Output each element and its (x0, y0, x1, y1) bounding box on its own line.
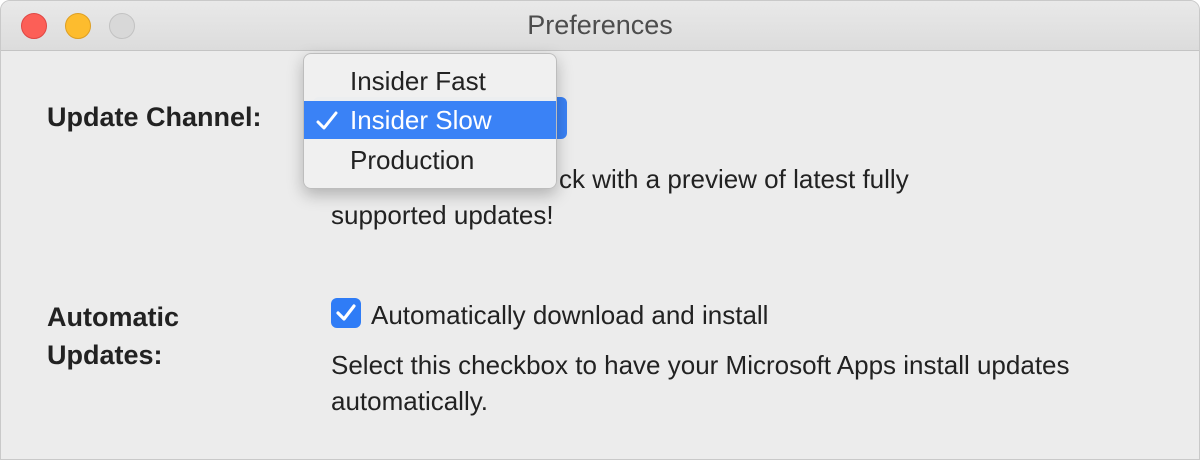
automatic-updates-help-line2: automatically. (331, 386, 489, 416)
automatic-updates-label-line1: Automatic (47, 302, 180, 332)
automatic-updates-label-line2: Updates: (47, 340, 163, 370)
window-title: Preferences (527, 10, 673, 40)
title-bar[interactable]: Preferences (1, 1, 1199, 51)
menu-item-label: Production (350, 145, 475, 175)
update-channel-description-line2: supported updates! (331, 200, 554, 230)
update-channel-label: Update Channel: (47, 102, 262, 132)
update-channel-description-line1: ck with a preview of latest fully (559, 164, 909, 194)
preferences-window: Preferences Update Channel: ck with a pr… (0, 0, 1200, 460)
menu-item-insider-slow[interactable]: Insider Slow (304, 101, 556, 139)
automatic-updates-help-line1: Select this checkbox to have your Micros… (331, 350, 1070, 380)
auto-download-checkbox[interactable] (331, 298, 361, 328)
menu-item-label: Insider Fast (350, 66, 486, 96)
checkmark-icon (336, 304, 356, 321)
update-channel-dropdown-menu: Insider Fast Insider Slow Production (303, 53, 557, 189)
menu-item-label: Insider Slow (350, 105, 492, 135)
checkmark-icon (316, 111, 338, 130)
auto-download-checkbox-label[interactable]: Automatically download and install (371, 297, 768, 333)
menu-item-production[interactable]: Production (304, 141, 556, 179)
menu-item-insider-fast[interactable]: Insider Fast (304, 62, 556, 100)
